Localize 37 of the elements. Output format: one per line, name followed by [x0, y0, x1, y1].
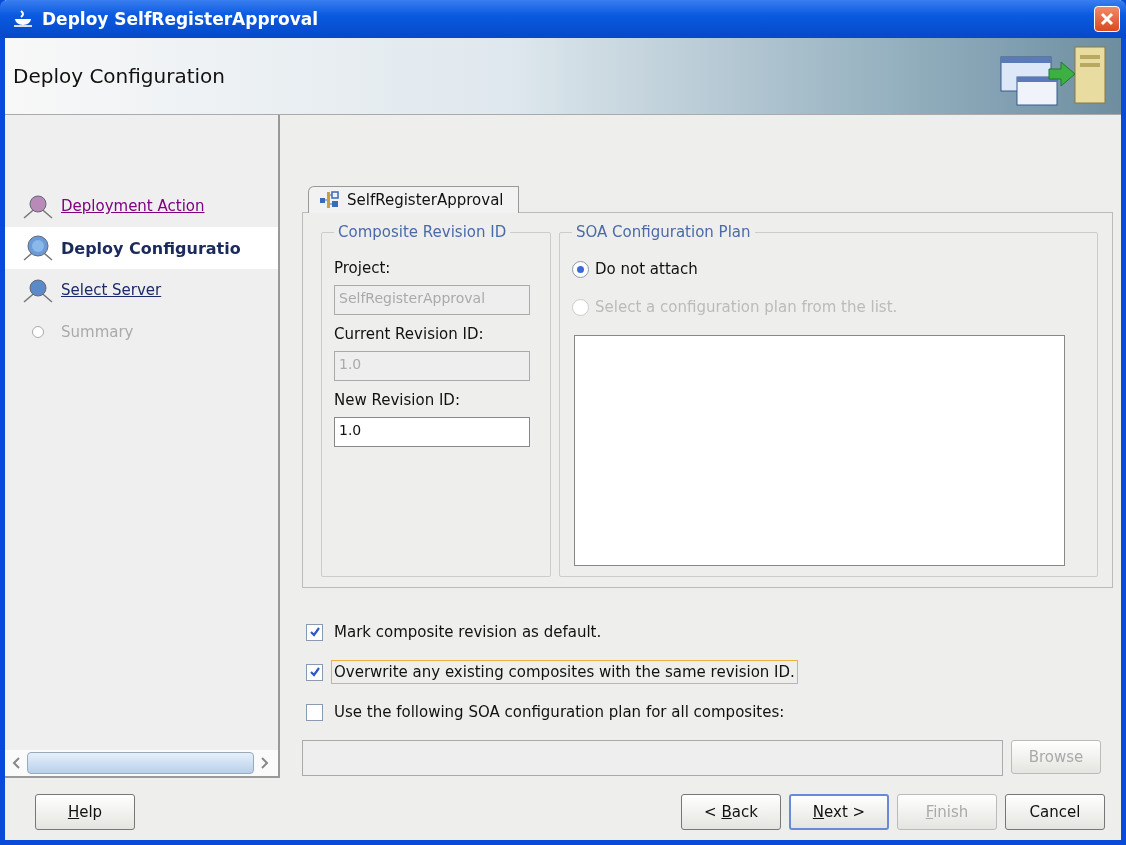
step-node-icon	[23, 193, 53, 219]
page-heading: Deploy Configuration	[13, 64, 227, 88]
tab[interactable]: SelfRegisterApproval	[308, 186, 519, 213]
deploy-server-icon	[997, 43, 1109, 109]
help-button[interactable]: Help	[35, 794, 135, 830]
group-title: Composite Revision ID	[337, 223, 508, 241]
text-field[interactable]: 1.0	[334, 417, 530, 447]
dialog-button[interactable]: Cancel	[1005, 794, 1105, 830]
close-icon	[1100, 12, 1114, 26]
option-label: Do not attach	[595, 260, 698, 278]
step-link[interactable]: Deployment Action	[61, 197, 205, 215]
radio-button[interactable]	[572, 260, 589, 278]
step-node-icon	[32, 326, 44, 338]
group-title: SOA Configuration Plan	[575, 223, 752, 241]
step-node-icon	[23, 235, 53, 261]
field-label: Current Revision ID:	[334, 325, 485, 343]
step-node-icon	[23, 277, 53, 303]
checkbox[interactable]	[306, 663, 323, 681]
checkbox-label: Mark composite revision as default.	[333, 622, 603, 643]
horizontal-scrollbar[interactable]	[5, 750, 278, 776]
field-label: Project:	[334, 259, 392, 277]
checkbox-label: Overwrite any existing composites with the same revision ID.	[331, 660, 798, 684]
close-button[interactable]	[1094, 6, 1120, 32]
dialog-button[interactable]: Next >	[789, 794, 889, 830]
scroll-right-icon	[260, 756, 270, 770]
scroll-thumb[interactable]	[27, 752, 254, 774]
field-label: New Revision ID:	[334, 391, 461, 409]
step-link[interactable]: Deploy Configuratio	[61, 238, 241, 258]
checkbox[interactable]	[306, 623, 323, 641]
cup-icon	[12, 9, 34, 29]
scroll-left-icon	[11, 756, 21, 770]
window-title: Deploy SelfRegisterApproval	[42, 9, 320, 29]
checkbox[interactable]	[306, 703, 323, 721]
step-link[interactable]: Select Server	[61, 281, 162, 299]
dialog-button[interactable]: < Back	[681, 794, 781, 830]
composite-icon	[319, 191, 341, 209]
checkbox-label: Use the following SOA configuration plan for all composites:	[333, 702, 786, 723]
